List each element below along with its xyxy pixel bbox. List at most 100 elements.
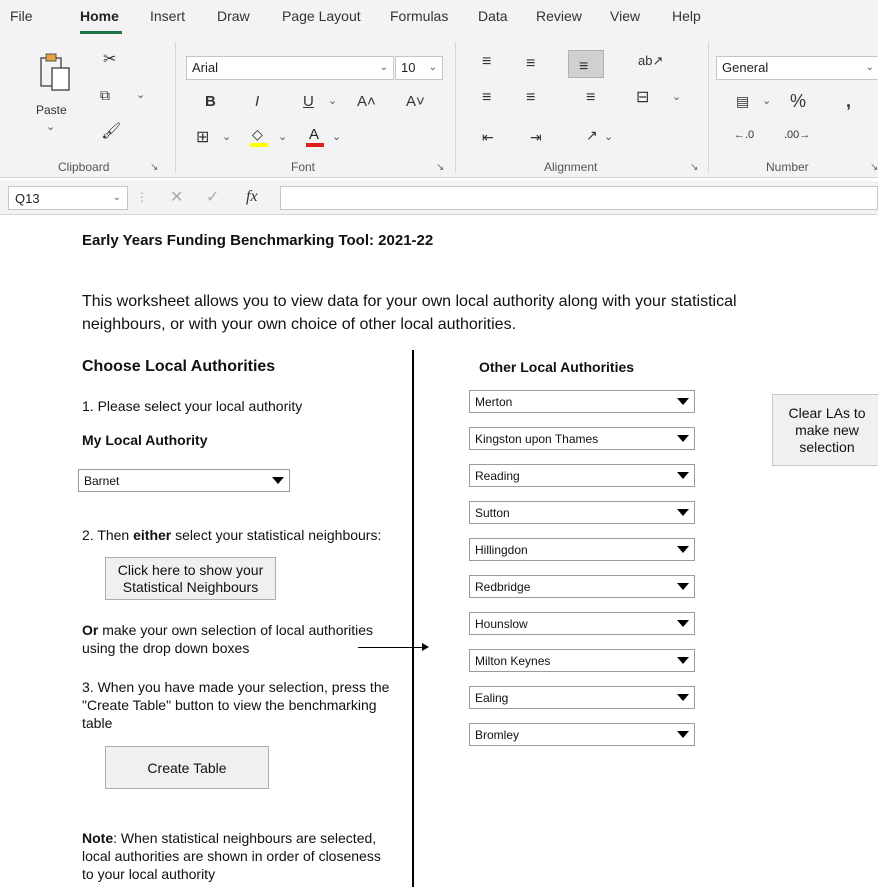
accounting-format-icon[interactable]: ▤: [736, 94, 749, 108]
copy-icon[interactable]: ⧉: [100, 88, 110, 102]
italic-icon[interactable]: I: [255, 94, 259, 109]
tab-file[interactable]: File: [10, 8, 33, 24]
increase-font-size-icon[interactable]: A˄: [357, 94, 376, 109]
button-label-line2: Statistical Neighbours: [122, 579, 259, 595]
top-align-icon[interactable]: ≡: [482, 54, 491, 70]
borders-icon[interactable]: ⊞: [196, 130, 209, 146]
text-direction-chevron-icon[interactable]: ⌄: [604, 132, 613, 143]
paste-label[interactable]: Paste: [36, 102, 67, 119]
more-options-icon: ⋮: [136, 190, 148, 204]
tab-data[interactable]: Data: [478, 8, 508, 24]
align-center-icon[interactable]: ≡: [526, 90, 535, 106]
bottom-align-icon: ≡: [579, 58, 589, 75]
clear-las-button[interactable]: Clear LAs to make new selection: [772, 394, 878, 466]
cut-icon[interactable]: ✂: [103, 52, 116, 68]
tab-formulas[interactable]: Formulas: [390, 8, 448, 24]
format-painter-icon[interactable]: 🖌: [101, 124, 121, 140]
tab-home[interactable]: Home: [80, 8, 119, 24]
underline-options-chevron-icon[interactable]: ⌄: [328, 96, 337, 107]
middle-align-icon[interactable]: ≡: [526, 56, 535, 72]
decrease-indent-icon[interactable]: ⇤: [482, 130, 494, 144]
fill-color-options-chevron-icon[interactable]: ⌄: [278, 132, 287, 143]
alignment-dialog-launcher-icon[interactable]: ↘: [690, 162, 698, 173]
bold-icon[interactable]: B: [205, 94, 216, 109]
borders-options-chevron-icon[interactable]: ⌄: [222, 132, 231, 143]
increase-decimal-icon[interactable]: ←.0: [734, 130, 754, 141]
other-la-dropdown[interactable]: Ealing: [469, 686, 695, 709]
number-dialog-launcher-icon[interactable]: ↘: [870, 162, 878, 173]
page-title: Early Years Funding Benchmarking Tool: 2…: [82, 232, 434, 249]
fill-color-icon[interactable]: ◇: [250, 126, 268, 148]
other-la-dropdown[interactable]: Redbridge: [469, 575, 695, 598]
pointer-arrow-line: [358, 647, 424, 648]
or-text-line2: using the drop down boxes: [82, 640, 250, 656]
enter-icon[interactable]: ✓: [206, 190, 219, 206]
create-table-button[interactable]: Create Table: [105, 746, 269, 789]
comma-style-icon[interactable]: ,: [846, 92, 851, 110]
active-tab-indicator: [80, 31, 122, 34]
font-dialog-launcher-icon[interactable]: ↘: [436, 162, 444, 173]
font-color-icon[interactable]: A: [306, 126, 324, 148]
ribbon: Paste ⌄ ✂ ⧉ ⌄ 🖌 Clipboard ↘ Arial ⌄ 10 ⌄…: [0, 38, 878, 178]
note-text-line1: Note: When statistical neighbours are se…: [82, 830, 377, 846]
other-la-dropdown[interactable]: Milton Keynes: [469, 649, 695, 672]
or-text-line1: Or make your own selection of local auth…: [82, 622, 374, 638]
tab-draw[interactable]: Draw: [217, 8, 250, 24]
tab-insert[interactable]: Insert: [150, 8, 185, 24]
font-name-dropdown[interactable]: Arial ⌄: [186, 56, 394, 80]
decrease-decimal-icon[interactable]: .00→: [784, 130, 810, 141]
other-la-dropdown[interactable]: Hillingdon: [469, 538, 695, 561]
my-la-label: My Local Authority: [82, 432, 208, 448]
merge-options-chevron-icon[interactable]: ⌄: [672, 92, 681, 103]
paste-icon[interactable]: [38, 52, 72, 92]
other-la-value: Ealing: [475, 691, 509, 705]
worksheet[interactable]: Early Years Funding Benchmarking Tool: 2…: [0, 216, 878, 887]
intro-text-line1: This worksheet allows you to view data f…: [82, 293, 737, 310]
number-format-dropdown[interactable]: General ⌄: [716, 56, 878, 80]
my-la-value: Barnet: [84, 474, 120, 488]
formula-input[interactable]: [280, 186, 878, 210]
group-separator: [175, 42, 176, 172]
underline-icon[interactable]: U: [303, 94, 314, 109]
bottom-align-button[interactable]: ≡: [568, 50, 604, 78]
align-right-icon[interactable]: ≡: [586, 90, 595, 106]
font-color-options-chevron-icon[interactable]: ⌄: [332, 132, 341, 143]
align-left-icon[interactable]: ≡: [482, 90, 491, 106]
font-size-dropdown[interactable]: 10 ⌄: [395, 56, 443, 80]
paste-options-chevron-icon[interactable]: ⌄: [46, 122, 55, 133]
insert-function-icon[interactable]: fx: [246, 189, 258, 205]
other-la-dropdown[interactable]: Reading: [469, 464, 695, 487]
button-label-line3: selection: [799, 439, 855, 455]
clipboard-dialog-launcher-icon[interactable]: ↘: [150, 162, 158, 173]
other-la-value: Milton Keynes: [475, 654, 551, 668]
orientation-icon[interactable]: ab↗: [638, 54, 663, 67]
formula-bar: Q13 ⌄ ⋮ ✕ ✓ fx: [0, 181, 878, 215]
copy-options-chevron-icon[interactable]: ⌄: [136, 90, 145, 101]
other-la-dropdown[interactable]: Bromley: [469, 723, 695, 746]
my-la-dropdown[interactable]: Barnet: [78, 469, 290, 492]
other-la-dropdown[interactable]: Sutton: [469, 501, 695, 524]
dropdown-arrow-icon: [677, 694, 689, 701]
increase-indent-icon[interactable]: ⇥: [530, 130, 542, 144]
tab-view[interactable]: View: [610, 8, 640, 24]
tab-page-layout[interactable]: Page Layout: [282, 8, 361, 24]
tab-review[interactable]: Review: [536, 8, 582, 24]
chevron-down-icon: ⌄: [428, 62, 437, 73]
name-box[interactable]: Q13 ⌄: [8, 186, 128, 210]
show-statistical-neighbours-button[interactable]: Click here to show your Statistical Neig…: [105, 557, 276, 600]
tab-help[interactable]: Help: [672, 8, 701, 24]
dropdown-arrow-icon: [677, 620, 689, 627]
other-la-dropdown[interactable]: Kingston upon Thames: [469, 427, 695, 450]
text-direction-icon[interactable]: ↗: [586, 128, 598, 142]
merge-center-icon[interactable]: ⊟: [636, 90, 649, 106]
alignment-group-label: Alignment: [544, 160, 598, 174]
other-la-value: Sutton: [475, 506, 510, 520]
percent-style-icon[interactable]: %: [790, 92, 806, 110]
other-la-dropdown[interactable]: Hounslow: [469, 612, 695, 635]
cancel-icon[interactable]: ✕: [170, 190, 183, 206]
group-separator: [455, 42, 456, 172]
note-text-line3: to your local authority: [82, 866, 216, 882]
accounting-options-chevron-icon[interactable]: ⌄: [762, 96, 771, 107]
other-la-dropdown[interactable]: Merton: [469, 390, 695, 413]
decrease-font-size-icon[interactable]: A˅: [406, 94, 425, 109]
